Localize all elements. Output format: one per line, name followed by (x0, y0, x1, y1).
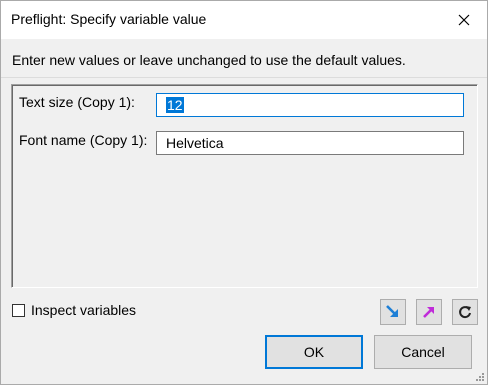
cancel-label: Cancel (401, 344, 445, 360)
text-size-value: 12 (166, 97, 184, 113)
font-name-input[interactable]: Helvetica (156, 131, 464, 155)
text-size-label: Text size (Copy 1): (19, 94, 135, 110)
window-title: Preflight: Specify variable value (11, 11, 207, 27)
close-button[interactable] (441, 1, 487, 39)
close-icon (458, 14, 470, 26)
separator (1, 77, 487, 78)
instruction-text: Enter new values or leave unchanged to u… (12, 52, 406, 68)
import-arrow-icon (386, 305, 398, 317)
cancel-button[interactable]: Cancel (374, 335, 472, 369)
ok-label: OK (303, 344, 325, 360)
font-name-value: Helvetica (166, 135, 224, 151)
import-button[interactable] (380, 299, 406, 325)
preflight-dialog: Preflight: Specify variable value Enter … (0, 0, 488, 385)
inspect-variables-checkbox[interactable]: Inspect variables (12, 302, 136, 318)
font-name-label: Font name (Copy 1): (19, 132, 148, 148)
ok-button[interactable]: OK (265, 335, 363, 369)
inspect-variables-label: Inspect variables (31, 302, 137, 318)
resize-grip-icon[interactable] (475, 372, 485, 382)
reset-button[interactable] (452, 299, 478, 325)
export-arrow-icon (423, 307, 434, 318)
title-bar: Preflight: Specify variable value (1, 1, 487, 39)
export-button[interactable] (416, 299, 442, 325)
text-size-input[interactable]: 12 (156, 93, 464, 117)
reset-icon (459, 306, 471, 319)
checkbox-box[interactable] (12, 303, 25, 317)
